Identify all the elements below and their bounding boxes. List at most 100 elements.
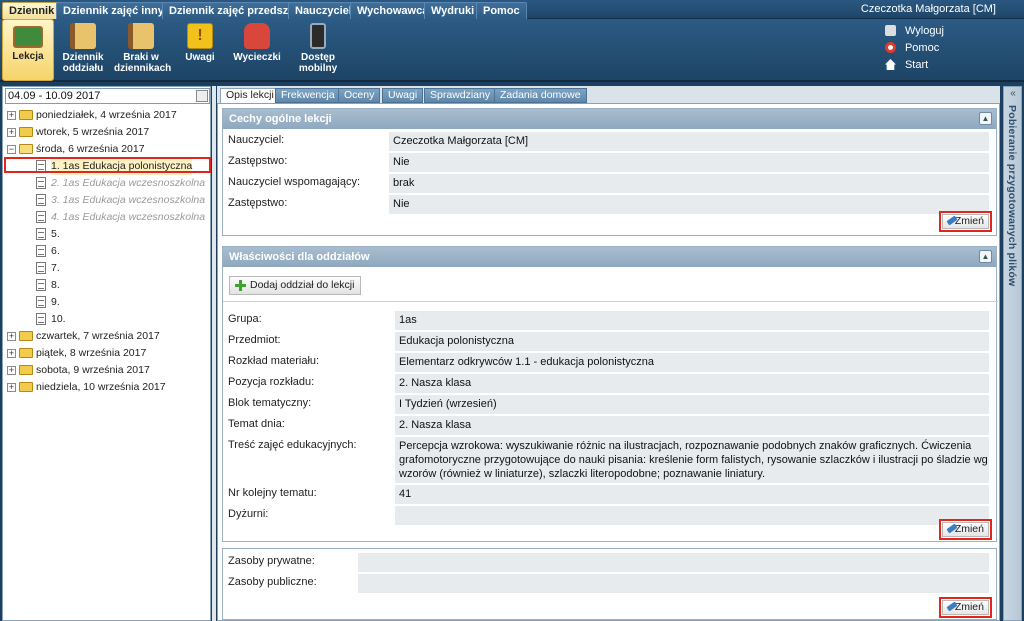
field-substitution-2: Zastępstwo: Nie (223, 195, 998, 215)
missing-entries-icon (128, 23, 154, 49)
field-value: Edukacja polonistyczna (395, 332, 989, 351)
collapse-icon[interactable]: − (7, 145, 16, 154)
toolbar-braki-button[interactable]: Braki w dziennikach (112, 19, 171, 81)
folder-icon (19, 110, 33, 120)
prepared-files-panel[interactable]: « Pobieranie przygotowanych plików (1003, 86, 1022, 621)
toolbar-dostep-mobilny-button[interactable]: Dostęp mobilny (292, 19, 344, 81)
tree-lesson-label: 7. (51, 262, 60, 274)
tree-day-friday[interactable]: + piątek, 8 września 2017 (7, 345, 211, 362)
date-range-field[interactable]: 04.09 - 10.09 2017 (5, 88, 210, 104)
tree-lesson-10[interactable]: 10. (7, 311, 211, 328)
top-menu-bar: Dziennik Dziennik zajęć innych Dziennik … (0, 0, 1024, 19)
toolbar-wycieczki-button[interactable]: Wycieczki (228, 19, 286, 81)
collapse-icon[interactable]: ▲ (979, 250, 992, 263)
field-value: Percepcja wzrokowa: wyszukiwanie różnic … (395, 437, 989, 483)
tree-lesson-4[interactable]: 4. 1as Edukacja wczesnoszkolna (7, 209, 211, 226)
toolbar-lekcja-button[interactable]: Lekcja (2, 19, 54, 81)
field-material-plan: Rozkład materiału: Elementarz odkrywców … (223, 353, 998, 373)
field-duty: Dyżurni: (223, 506, 998, 526)
tab-opis-lekcji[interactable]: Opis lekcji (220, 88, 280, 104)
lesson-tree-panel: 04.09 - 10.09 2017 + poniedziałek, 4 wrze… (2, 86, 211, 621)
tree-lesson-7[interactable]: 7. (7, 260, 211, 277)
field-value: Nie (389, 153, 989, 172)
toolbar-uwagi-button[interactable]: ! Uwagi (178, 19, 222, 81)
field-plan-position: Pozycja rozkładu: 2. Nasza klasa (223, 374, 998, 394)
resources-change-button[interactable]: Zmień (939, 597, 992, 618)
help-link[interactable]: Pomoc (884, 39, 944, 56)
panel-title: Cechy ogólne lekcji (223, 109, 996, 129)
tab-frekwencja[interactable]: Frekwencja (275, 88, 341, 103)
backpack-icon (244, 23, 270, 49)
expand-icon[interactable]: + (7, 366, 16, 375)
field-thematic-block: Blok tematyczny: I Tydzień (wrzesień) (223, 395, 998, 415)
document-icon (36, 211, 46, 223)
expand-panel-icon[interactable]: « (1007, 89, 1019, 101)
field-value: 41 (395, 485, 989, 504)
menu-tab-dziennik[interactable]: Dziennik (2, 2, 62, 19)
field-public-resources: Zasoby publiczne: (223, 574, 998, 594)
lesson-description-content: Cechy ogólne lekcji ▲ Nauczyciel: Czeczo… (217, 103, 1000, 621)
button-label: Zmień (954, 601, 984, 613)
logout-link[interactable]: Wyloguj (884, 22, 944, 39)
tree-day-wednesday[interactable]: − środa, 6 września 2017 (7, 141, 211, 158)
logged-user-name: Czeczotka Małgorzata [CM] (860, 3, 996, 15)
tree-day-thursday[interactable]: + czwartek, 7 września 2017 (7, 328, 211, 345)
button-label: Zmień (954, 215, 984, 227)
tab-oceny[interactable]: Oceny (338, 88, 381, 103)
calendar-icon[interactable] (196, 90, 208, 102)
plus-icon (235, 280, 246, 291)
menu-tab-nauczyciel[interactable]: Nauczyciel (288, 2, 359, 19)
general-change-button[interactable]: Zmień (939, 211, 992, 232)
tree-lesson-8[interactable]: 8. (7, 277, 211, 294)
tree-lesson-3[interactable]: 3. 1as Edukacja wczesnoszkolna (7, 192, 211, 209)
panel-splitter[interactable] (212, 86, 216, 621)
tree-lesson-label: 10. (51, 313, 66, 325)
expand-icon[interactable]: + (7, 332, 16, 341)
start-link[interactable]: Start (884, 56, 944, 73)
tree-lesson-5[interactable]: 5. (7, 226, 211, 243)
menu-tab-wydruki[interactable]: Wydruki (424, 2, 482, 19)
field-label: Zastępstwo: (228, 155, 288, 167)
class-register-icon (70, 23, 96, 49)
tab-zadania-domowe[interactable]: Zadania domowe (494, 88, 587, 103)
button-face: Zmień (942, 214, 989, 229)
folder-icon (19, 348, 33, 358)
tree-day-label: piątek, 8 września 2017 (36, 347, 147, 359)
collapse-icon[interactable]: ▲ (979, 112, 992, 125)
expand-icon[interactable]: + (7, 383, 16, 392)
tree-day-tuesday[interactable]: + wtorek, 5 września 2017 (7, 124, 211, 141)
tab-uwagi[interactable]: Uwagi (382, 88, 424, 103)
document-icon (36, 228, 46, 240)
help-label: Pomoc (904, 41, 940, 54)
tree-lesson-9[interactable]: 9. (7, 294, 211, 311)
add-class-button[interactable]: Dodaj oddział do lekcji (229, 276, 362, 295)
tree-day-label: środa, 6 września 2017 (36, 143, 145, 155)
toolbar-dziennik-oddzialu-button[interactable]: Dziennik oddziału (58, 19, 108, 81)
tree-lesson-label: 3. 1as Edukacja wczesnoszkolna (51, 194, 206, 206)
tree-lesson-6[interactable]: 6. (7, 243, 211, 260)
prepared-files-label: Pobieranie przygotowanych plików (1006, 105, 1018, 287)
tree-day-label: sobota, 9 września 2017 (36, 364, 150, 376)
expand-icon[interactable]: + (7, 349, 16, 358)
tree-day-saturday[interactable]: + sobota, 9 września 2017 (7, 362, 211, 379)
lock-icon (884, 25, 896, 36)
menu-tab-wychowawca[interactable]: Wychowawca (350, 2, 436, 19)
field-value: Czeczotka Małgorzata [CM] (389, 132, 989, 151)
menu-tab-pomoc[interactable]: Pomoc (476, 2, 527, 19)
field-subject: Przedmiot: Edukacja polonistyczna (223, 332, 998, 352)
expand-icon[interactable]: + (7, 128, 16, 137)
expand-icon[interactable]: + (7, 111, 16, 120)
field-group: Grupa: 1as (223, 311, 998, 331)
tree-day-sunday[interactable]: + niedziela, 10 września 2017 (7, 379, 211, 396)
tree-lesson-2[interactable]: 2. 1as Edukacja wczesnoszkolna (7, 175, 211, 192)
button-label: Zmień (954, 523, 984, 535)
field-teacher: Nauczyciel: Czeczotka Małgorzata [CM] (223, 132, 998, 152)
button-face: Zmień (942, 600, 989, 615)
content-line: wzorów (również w liniaturze), szlaczki … (399, 468, 766, 480)
classes-change-button[interactable]: Zmień (939, 519, 992, 540)
user-links: Wyloguj Pomoc Start (884, 22, 944, 73)
folder-icon (19, 382, 33, 392)
main-area: Opis lekcji Frekwencja Oceny Uwagi Spraw… (217, 86, 1000, 621)
tree-day-monday[interactable]: + poniedziałek, 4 września 2017 (7, 107, 211, 124)
tab-sprawdziany[interactable]: Sprawdziany (424, 88, 497, 103)
